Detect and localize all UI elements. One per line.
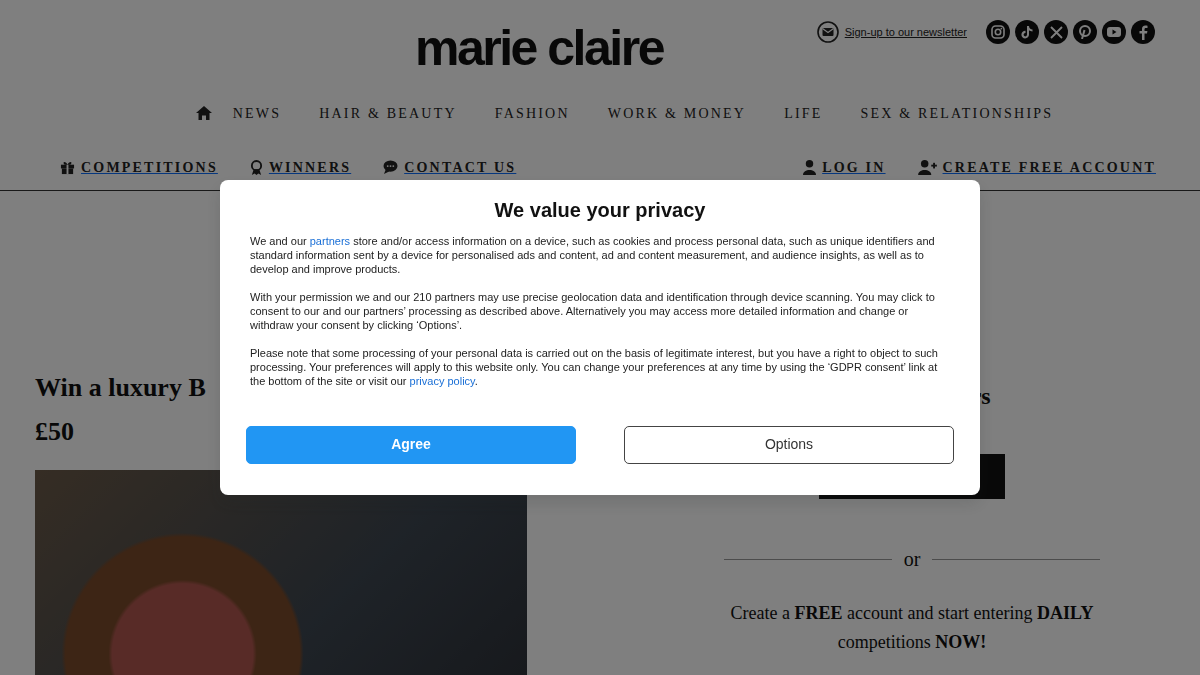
dialog-paragraph: With your permission we and our 210 part… [250, 290, 950, 332]
dialog-link[interactable]: partners [310, 235, 350, 247]
dialog-text: With your permission we and our 210 part… [250, 291, 935, 331]
dialog-link[interactable]: privacy policy [410, 375, 475, 387]
dialog-text: store and/or access information on a dev… [250, 235, 935, 275]
dialog-buttons: Agree Options [246, 426, 954, 464]
dialog-text: We and our [250, 235, 310, 247]
agree-button[interactable]: Agree [246, 426, 576, 464]
consent-dialog: We value your privacy We and our partners… [220, 180, 980, 495]
dialog-text: . [475, 375, 478, 387]
dialog-title: We value your privacy [250, 196, 950, 224]
dialog-paragraph: We and our partners store and/or access … [250, 234, 950, 276]
options-button[interactable]: Options [624, 426, 954, 464]
dialog-text: Please note that some processing of your… [250, 347, 938, 387]
dialog-paragraph: Please note that some processing of your… [250, 346, 950, 388]
